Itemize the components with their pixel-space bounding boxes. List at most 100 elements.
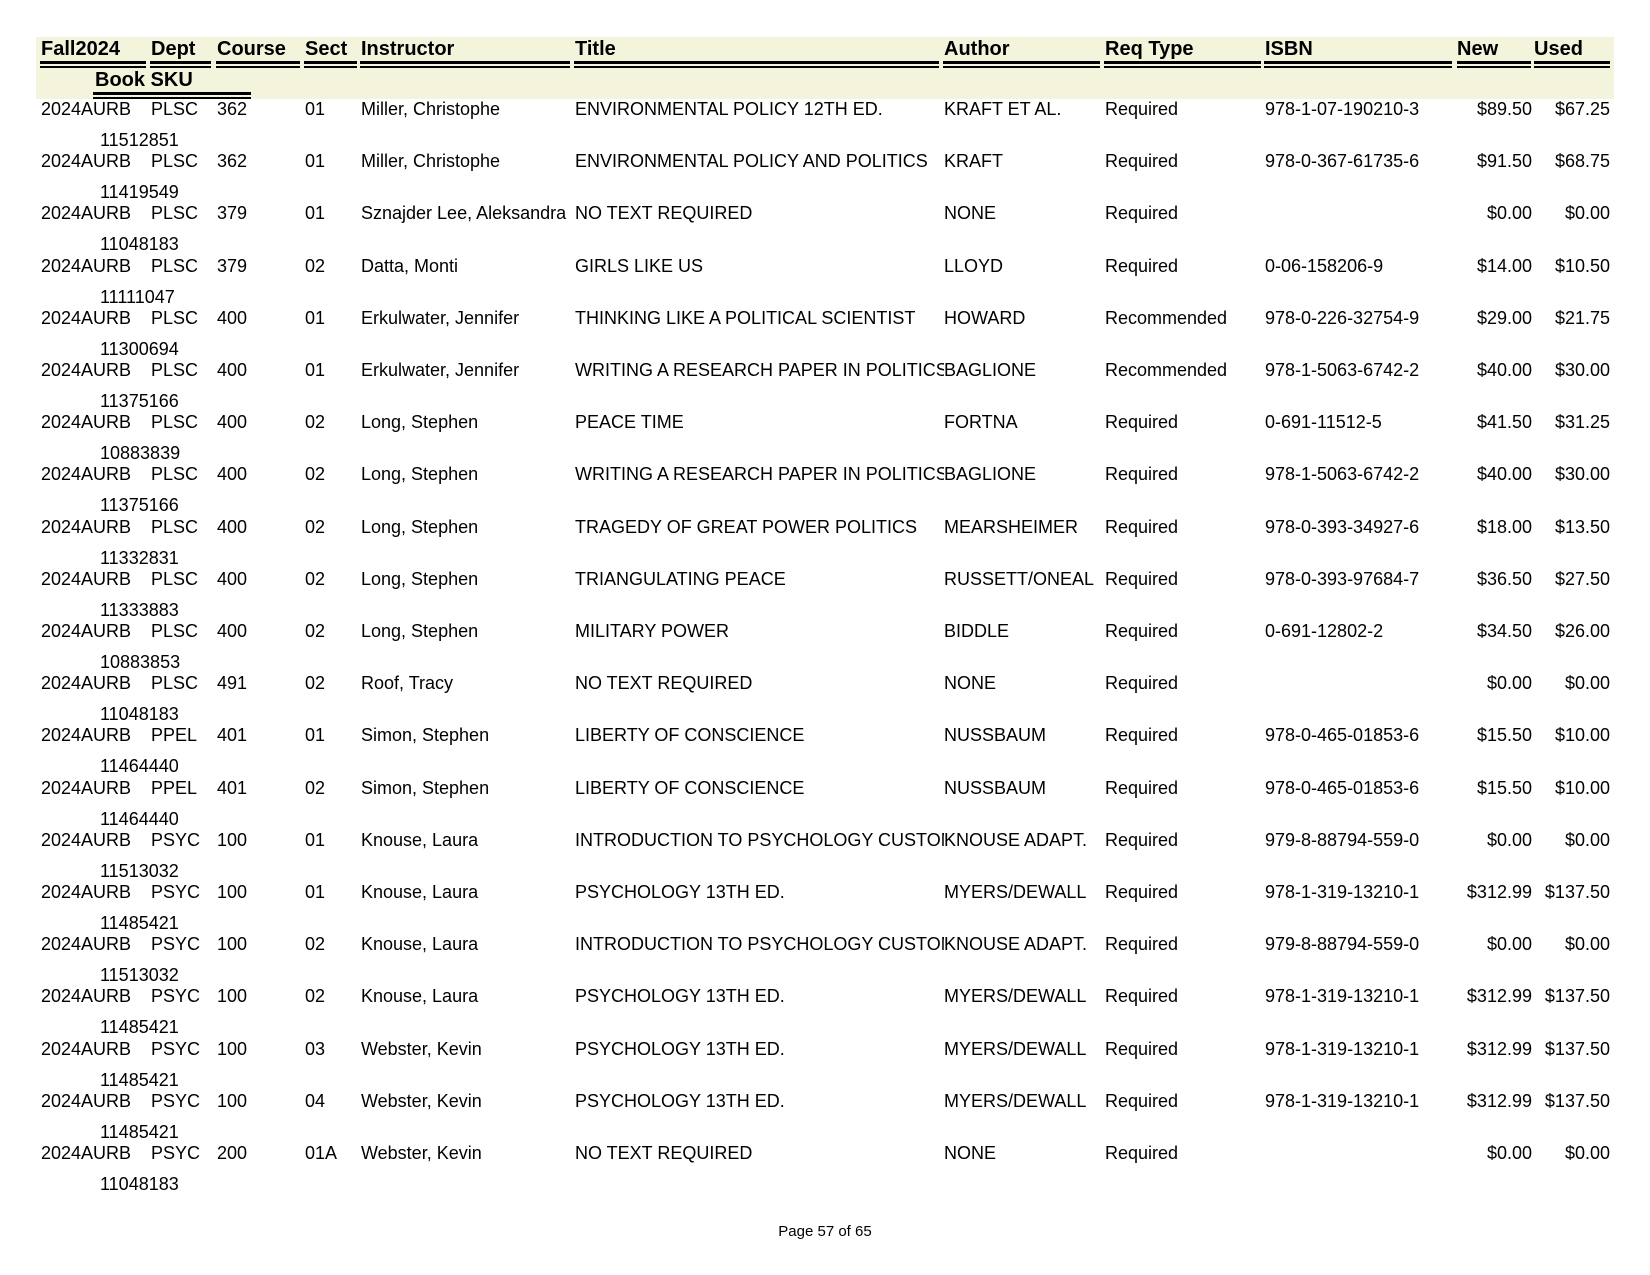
cell-book-sku: 11485421 bbox=[100, 1121, 179, 1142]
cell-dept: PLSC bbox=[151, 516, 199, 537]
cell-sect: 01 bbox=[305, 99, 326, 119]
cell-dept: PSYC bbox=[151, 829, 201, 850]
cell-author: MYERS/DEWALL bbox=[944, 882, 1087, 902]
cell-title: TRAGEDY OF GREAT POWER POLITICS bbox=[575, 516, 918, 537]
cell-dept: PLSC bbox=[151, 568, 199, 589]
cell-course: 379 bbox=[217, 255, 248, 276]
cell-req-type: Required bbox=[1105, 986, 1179, 1007]
column-header-req-type: Req Type bbox=[1105, 38, 1194, 60]
cell-title: PSYCHOLOGY 13TH ED. bbox=[575, 882, 785, 902]
cell-instructor: Roof, Tracy bbox=[361, 673, 454, 694]
cell-course: 400 bbox=[217, 516, 248, 537]
cell-book-sku: 11513032 bbox=[100, 860, 179, 881]
cell-req-type: Required bbox=[1105, 725, 1179, 746]
cell-instructor: Miller, Christophe bbox=[361, 151, 501, 172]
cell-instructor: Erkulwater, Jennifer bbox=[361, 360, 520, 380]
cell-used: $27.50 bbox=[1554, 568, 1610, 589]
cell-req-type: Required bbox=[1105, 255, 1179, 276]
cell-dept: PSYC bbox=[151, 1038, 201, 1059]
cell-new: $14.00 bbox=[1476, 255, 1532, 276]
cell-dept: PLSC bbox=[151, 412, 199, 433]
column-header-sect: Sect bbox=[305, 38, 348, 60]
cell-req-type: Required bbox=[1105, 934, 1179, 955]
header-underline bbox=[360, 61, 570, 68]
cell-instructor: Webster, Kevin bbox=[361, 1143, 482, 1163]
column-header-author: Author bbox=[944, 38, 1010, 60]
cell-new: $40.00 bbox=[1476, 360, 1532, 380]
cell-term: 2024AURB bbox=[41, 1038, 132, 1059]
cell-book-sku: 11333883 bbox=[100, 599, 179, 620]
column-header-term: Fall2024 bbox=[41, 38, 120, 60]
cell-dept: PPEL bbox=[151, 725, 198, 746]
cell-title: NO TEXT REQUIRED bbox=[575, 1143, 753, 1163]
cell-sect: 01 bbox=[305, 882, 326, 902]
cell-dept: PLSC bbox=[151, 151, 199, 172]
cell-book-sku: 11512851 bbox=[100, 130, 179, 150]
column-header-title: Title bbox=[575, 38, 616, 60]
cell-req-type: Required bbox=[1105, 882, 1179, 902]
cell-used: $10.00 bbox=[1554, 777, 1610, 798]
cell-sect: 01 bbox=[305, 725, 326, 746]
cell-course: 491 bbox=[217, 673, 248, 694]
cell-dept: PLSC bbox=[151, 360, 199, 380]
cell-dept: PLSC bbox=[151, 673, 199, 694]
cell-book-sku: 11513032 bbox=[100, 965, 179, 986]
header-underline bbox=[574, 61, 939, 68]
cell-title: NO TEXT REQUIRED bbox=[575, 673, 753, 694]
cell-new: $36.50 bbox=[1476, 568, 1532, 589]
cell-course: 100 bbox=[217, 1090, 248, 1111]
cell-dept: PLSC bbox=[151, 307, 199, 328]
column-header-book-sku: Book SKU bbox=[95, 69, 193, 91]
cell-term: 2024AURB bbox=[41, 360, 132, 380]
cell-used: $0.00 bbox=[1564, 829, 1610, 850]
cell-sect: 02 bbox=[305, 412, 326, 433]
cell-sect: 04 bbox=[305, 1090, 326, 1111]
cell-used: $31.25 bbox=[1554, 412, 1610, 433]
cell-dept: PPEL bbox=[151, 777, 198, 798]
cell-author: LLOYD bbox=[944, 255, 1004, 276]
header-underline bbox=[1457, 61, 1531, 68]
cell-course: 400 bbox=[217, 621, 248, 641]
cell-used: $0.00 bbox=[1564, 1143, 1610, 1163]
cell-instructor: Simon, Stephen bbox=[361, 777, 490, 798]
cell-req-type: Recommended bbox=[1105, 360, 1228, 380]
cell-author: MYERS/DEWALL bbox=[944, 1038, 1087, 1059]
cell-used: $137.50 bbox=[1544, 986, 1610, 1007]
cell-req-type: Required bbox=[1105, 829, 1179, 850]
cell-new: $0.00 bbox=[1486, 673, 1532, 694]
cell-title: MILITARY POWER bbox=[575, 621, 730, 641]
cell-title: LIBERTY OF CONSCIENCE bbox=[575, 777, 805, 798]
header-underline bbox=[1534, 61, 1610, 68]
cell-course: 401 bbox=[217, 777, 248, 798]
page-number: Page 57 of 65 bbox=[778, 1223, 872, 1240]
cell-req-type: Required bbox=[1105, 777, 1179, 798]
cell-term: 2024AURB bbox=[41, 673, 132, 694]
cell-sect: 02 bbox=[305, 621, 326, 641]
cell-new: $0.00 bbox=[1486, 203, 1532, 224]
cell-req-type: Required bbox=[1105, 1090, 1179, 1111]
header-underline bbox=[150, 61, 211, 68]
cell-book-sku: 11419549 bbox=[100, 182, 179, 203]
cell-sect: 02 bbox=[305, 568, 326, 589]
cell-instructor: Datta, Monti bbox=[361, 255, 459, 276]
cell-course: 100 bbox=[217, 829, 248, 850]
cell-author: NUSSBAUM bbox=[944, 725, 1047, 746]
cell-used: $137.50 bbox=[1544, 1090, 1610, 1111]
header-underline bbox=[1104, 61, 1261, 68]
cell-book-sku: 11048183 bbox=[100, 704, 179, 725]
cell-dept: PSYC bbox=[151, 986, 201, 1007]
cell-sect: 02 bbox=[305, 934, 326, 955]
cell-author: NONE bbox=[944, 1143, 997, 1163]
cell-term: 2024AURB bbox=[41, 464, 132, 485]
column-header-instructor: Instructor bbox=[361, 38, 455, 60]
cell-course: 100 bbox=[217, 882, 248, 902]
cell-instructor: Long, Stephen bbox=[361, 412, 479, 433]
header-underline bbox=[93, 92, 251, 99]
column-header-used: Used bbox=[1534, 38, 1583, 60]
cell-new: $312.99 bbox=[1466, 1090, 1532, 1111]
cell-sect: 01 bbox=[305, 203, 326, 224]
cell-new: $0.00 bbox=[1486, 934, 1532, 955]
cell-req-type: Required bbox=[1105, 621, 1179, 641]
cell-book-sku: 11048183 bbox=[100, 234, 179, 255]
cell-instructor: Erkulwater, Jennifer bbox=[361, 307, 520, 328]
